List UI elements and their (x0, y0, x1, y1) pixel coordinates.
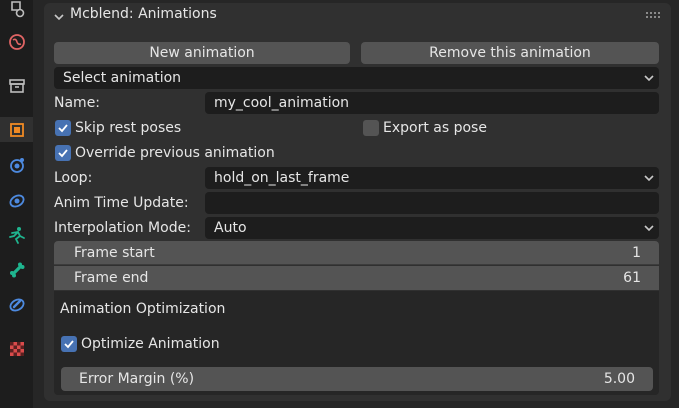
scene-icon (10, 0, 24, 17)
override-previous-checkbox[interactable] (55, 145, 71, 161)
panel-title: Mcblend: Animations (70, 6, 217, 22)
interpolation-mode-value: Auto (214, 220, 247, 236)
new-animation-button[interactable]: New animation (54, 42, 350, 64)
bone-constraint-icon (9, 298, 24, 311)
export-as-pose-checkbox[interactable] (363, 120, 379, 136)
chevron-down-icon (644, 75, 654, 82)
optimize-animation-label: Optimize Animation (81, 336, 220, 352)
loop-label: Loop: (54, 170, 93, 186)
loop-value: hold_on_last_frame (214, 170, 350, 186)
anim-time-update-label: Anim Time Update: (54, 195, 189, 211)
tab-object[interactable] (0, 117, 33, 142)
tab-world[interactable] (0, 29, 33, 54)
animation-optimization-title: Animation Optimization (60, 301, 226, 317)
tab-bone-constraints[interactable] (0, 291, 33, 316)
select-animation-value: Select animation (63, 70, 182, 86)
tab-constraints[interactable] (0, 187, 33, 212)
interpolation-mode-dropdown[interactable]: Auto (205, 217, 659, 239)
texture-icon (9, 341, 24, 356)
checkmark-icon (58, 149, 68, 158)
object-icon (9, 122, 24, 137)
constraints-icon (9, 194, 24, 207)
error-margin-field[interactable]: Error Margin (%) 5.00 (61, 367, 653, 391)
error-margin-value: 5.00 (603, 371, 635, 387)
checkmark-icon (58, 124, 68, 133)
anim-time-update-field[interactable] (205, 192, 659, 214)
optimize-animation-checkbox[interactable] (61, 336, 77, 352)
frame-end-value: 61 (623, 270, 641, 286)
tab-physics[interactable] (0, 152, 33, 177)
tab-bone[interactable] (0, 257, 33, 282)
chevron-down-icon (644, 225, 654, 232)
skip-rest-poses-checkbox[interactable] (55, 120, 71, 136)
frame-end-label: Frame end (74, 270, 149, 286)
remove-animation-button[interactable]: Remove this animation (361, 42, 659, 64)
frame-start-field[interactable]: Frame start 1 (54, 241, 659, 265)
frame-start-value: 1 (632, 244, 641, 261)
select-animation-dropdown[interactable]: Select animation (54, 67, 659, 89)
skip-rest-poses-label: Skip rest poses (75, 120, 182, 136)
export-as-pose-label: Export as pose (383, 120, 487, 136)
interpolation-mode-label: Interpolation Mode: (54, 220, 191, 236)
bone-icon (9, 262, 24, 277)
chevron-down-icon (644, 175, 654, 182)
frame-end-field[interactable]: Frame end 61 (54, 266, 659, 290)
properties-tab-bar (0, 0, 33, 408)
name-label: Name: (54, 95, 101, 111)
tab-texture[interactable] (0, 336, 33, 361)
tab-object-data[interactable] (0, 222, 33, 247)
checkmark-icon (64, 340, 74, 349)
tab-scene[interactable] (0, 0, 33, 21)
override-previous-label: Override previous animation (75, 145, 275, 161)
object-data-armature-icon (8, 226, 25, 244)
chevron-down-icon[interactable] (54, 12, 64, 22)
error-margin-label: Error Margin (%) (79, 371, 195, 387)
physics-icon (9, 157, 24, 173)
loop-dropdown[interactable]: hold_on_last_frame (205, 167, 659, 189)
drag-grip-icon[interactable] (646, 11, 662, 19)
frame-start-label: Frame start (74, 244, 155, 261)
world-icon (8, 33, 25, 50)
tab-collection[interactable] (0, 73, 33, 98)
collection-icon (8, 78, 25, 93)
name-field[interactable]: my_cool_animation (205, 92, 659, 114)
